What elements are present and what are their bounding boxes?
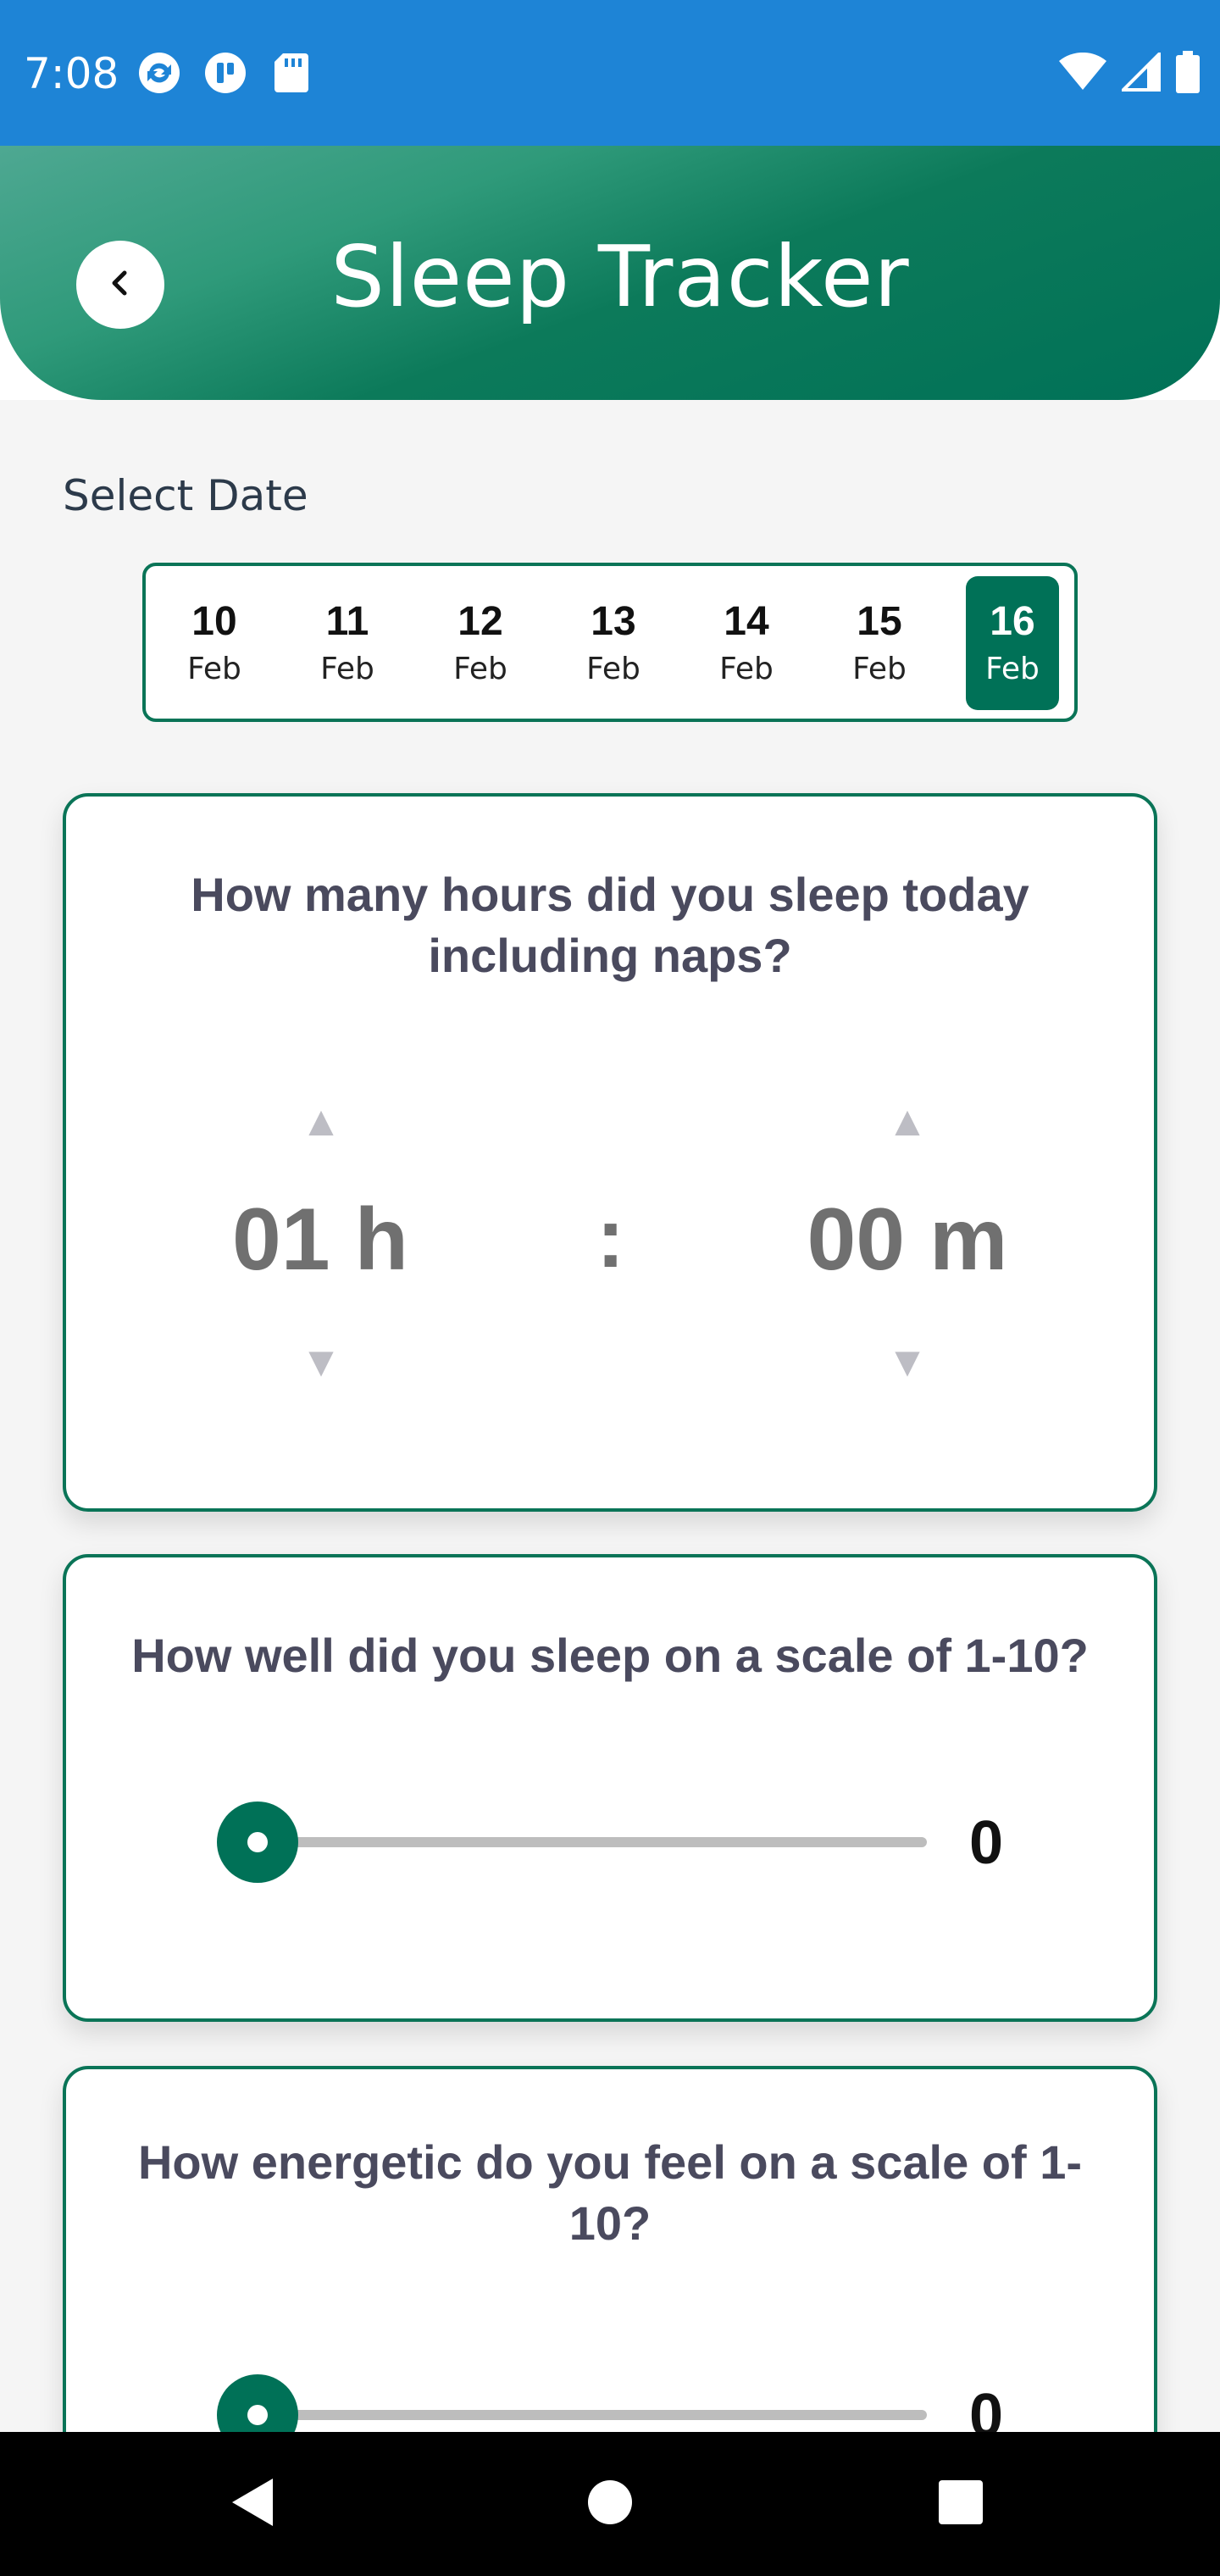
date-month: Feb <box>320 652 374 686</box>
date-item-11[interactable]: 11 Feb <box>301 576 394 710</box>
hours-increment-button[interactable]: ▲ <box>296 1100 347 1142</box>
date-item-15[interactable]: 15 Feb <box>833 576 926 710</box>
sd-card-icon <box>268 49 315 97</box>
hours-value[interactable]: 01 h <box>202 1190 439 1291</box>
date-month: Feb <box>719 652 774 686</box>
sleep-hours-card: How many hours did you sleep today inclu… <box>63 793 1157 1512</box>
triangle-up-icon: ▲ <box>300 1097 342 1145</box>
date-item-16-selected[interactable]: 16 Feb <box>966 576 1059 710</box>
date-month: Feb <box>586 652 640 686</box>
minutes-increment-button[interactable]: ▲ <box>882 1100 933 1142</box>
recents-square-icon <box>937 2479 984 2530</box>
sleep-quality-card: How well did you sleep on a scale of 1-1… <box>63 1554 1157 2022</box>
energy-slider-track[interactable] <box>258 2410 927 2420</box>
energy-question: How energetic do you feel on a scale of … <box>137 2135 1083 2250</box>
date-day: 15 <box>857 599 902 644</box>
status-system-icons <box>1059 50 1200 97</box>
back-triangle-icon <box>227 2475 278 2534</box>
sleep-hours-question: How many hours did you sleep today inclu… <box>191 868 1029 982</box>
page-title: Sleep Tracker <box>330 227 910 326</box>
date-month: Feb <box>453 652 507 686</box>
time-separator: : <box>596 1191 625 1285</box>
date-day: 12 <box>458 599 503 644</box>
sleep-quality-slider-track[interactable] <box>258 1837 927 1847</box>
date-day: 13 <box>591 599 636 644</box>
date-day: 10 <box>191 599 237 644</box>
home-circle-icon <box>586 2479 634 2530</box>
date-day: 14 <box>724 599 769 644</box>
date-day: 11 <box>325 599 369 644</box>
date-item-10[interactable]: 10 Feb <box>168 576 261 710</box>
date-month: Feb <box>985 652 1040 686</box>
nav-back-button[interactable] <box>219 2470 286 2538</box>
nav-recents-button[interactable] <box>927 2470 995 2538</box>
sync-icon <box>136 49 183 97</box>
sleep-quality-question: How well did you sleep on a scale of 1-1… <box>131 1629 1089 1682</box>
triangle-down-icon: ▼ <box>300 1338 342 1385</box>
triangle-up-icon: ▲ <box>886 1097 929 1145</box>
date-selector: 10 Feb 11 Feb 12 Feb 13 Feb 14 Feb 15 Fe… <box>142 563 1078 722</box>
sleep-quality-value: 0 <box>969 1809 1004 1877</box>
date-item-13[interactable]: 13 Feb <box>567 576 660 710</box>
status-notification-icons <box>136 49 315 97</box>
date-day: 16 <box>990 599 1035 644</box>
nav-home-button[interactable] <box>576 2470 644 2538</box>
battery-icon <box>1176 51 1200 97</box>
date-month: Feb <box>852 652 907 686</box>
status-time: 7:08 <box>24 49 119 98</box>
status-bar: 7:08 <box>0 0 1220 146</box>
date-month: Feb <box>187 652 241 686</box>
date-item-12[interactable]: 12 Feb <box>434 576 527 710</box>
navigation-bar <box>0 2432 1220 2576</box>
minutes-decrement-button[interactable]: ▼ <box>882 1341 933 1383</box>
wifi-icon <box>1059 52 1106 96</box>
app-icon <box>202 49 249 97</box>
select-date-label: Select Date <box>63 471 308 520</box>
signal-icon <box>1119 50 1161 96</box>
triangle-down-icon: ▼ <box>886 1338 929 1385</box>
hours-decrement-button[interactable]: ▼ <box>296 1341 347 1383</box>
minutes-value[interactable]: 00 m <box>776 1190 1039 1291</box>
date-item-14[interactable]: 14 Feb <box>700 576 793 710</box>
sleep-quality-slider-thumb[interactable] <box>217 1802 298 1883</box>
